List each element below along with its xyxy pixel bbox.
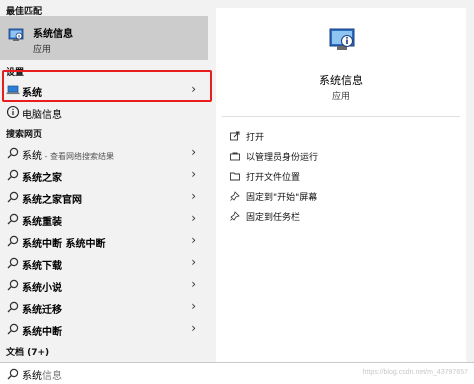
chevron-right-icon[interactable]: › xyxy=(191,145,196,159)
best-match-item[interactable]: 系统信息 应用 xyxy=(0,16,208,60)
chevron-right-icon[interactable]: › xyxy=(191,299,196,313)
results-pane: 最佳匹配 系统信息 应用 设置 系统 › 电脑信息 搜索网页 系统 - 查看网络… xyxy=(0,0,212,362)
search-icon xyxy=(7,368,19,380)
web-result-label: 系统中断 xyxy=(22,327,62,338)
best-match-title: 系统信息 xyxy=(33,29,73,40)
web-result-item[interactable]: 系统 - 查看网络搜索结果 › xyxy=(0,142,208,164)
chevron-right-icon[interactable]: › xyxy=(191,167,196,181)
pin-icon xyxy=(230,191,240,201)
web-search-heading: 搜索网页 xyxy=(6,130,43,140)
chevron-right-icon[interactable]: › xyxy=(191,211,196,225)
chevron-right-icon[interactable]: › xyxy=(191,189,196,203)
search-icon xyxy=(7,257,19,269)
settings-item-pc-info[interactable]: 电脑信息 xyxy=(0,101,208,123)
search-icon xyxy=(7,191,19,203)
web-result-label: 系统之家官网 xyxy=(22,195,82,206)
search-icon xyxy=(7,323,19,335)
chevron-right-icon[interactable]: › xyxy=(191,277,196,291)
search-input[interactable]: 系统信息 xyxy=(22,367,62,382)
chevron-right-icon[interactable]: › xyxy=(191,321,196,335)
web-result-item[interactable]: 系统之家官网 › xyxy=(0,186,208,208)
search-icon xyxy=(7,279,19,291)
web-result-item[interactable]: 系统小说 › xyxy=(0,274,208,296)
web-result-label: 系统之家 xyxy=(22,173,62,184)
divider xyxy=(222,116,460,117)
web-result-item[interactable]: 系统中断 › xyxy=(0,318,208,340)
detail-pane: 系统信息 应用 打开 以管理员身份运行 打开文件位置 固定到"开始"屏幕 固定到… xyxy=(216,8,466,362)
watermark: https://blog.csdn.net/m_43797657 xyxy=(362,369,468,376)
web-result-label: 系统下载 xyxy=(22,261,62,272)
web-result-item[interactable]: 系统之家 › xyxy=(0,164,208,186)
info-circle-icon xyxy=(6,105,20,119)
search-icon xyxy=(7,169,19,181)
start-search-window: 最佳匹配 系统信息 应用 设置 系统 › 电脑信息 搜索网页 系统 - 查看网络… xyxy=(0,0,474,384)
action-label: 以管理员身份运行 xyxy=(246,153,319,163)
chevron-right-icon[interactable]: › xyxy=(191,233,196,247)
action-label: 打开文件位置 xyxy=(246,173,301,183)
highlight-box xyxy=(2,70,212,102)
documents-heading[interactable]: 文档 (7+) xyxy=(6,345,49,358)
search-box[interactable]: 系统信息 https://blog.csdn.net/m_43797657 xyxy=(0,362,474,384)
detail-title: 系统信息 xyxy=(319,74,363,87)
web-result-label: 系统重装 xyxy=(22,217,62,228)
chevron-right-icon[interactable]: › xyxy=(191,255,196,269)
best-match-subtitle: 应用 xyxy=(33,45,52,55)
web-result-label: 系统小说 xyxy=(22,283,62,294)
web-result-label: 系统迁移 xyxy=(22,305,62,316)
settings-item-label: 电脑信息 xyxy=(22,110,62,121)
search-icon xyxy=(7,213,19,225)
action-label: 固定到"开始"屏幕 xyxy=(246,193,318,203)
action-label: 固定到任务栏 xyxy=(246,213,301,223)
search-icon xyxy=(7,301,19,313)
folder-icon xyxy=(230,172,240,181)
pin-icon xyxy=(230,211,240,221)
web-result-label: 系统中断 系统中断 xyxy=(22,239,106,250)
search-icon xyxy=(7,147,19,159)
system-info-icon xyxy=(329,28,355,50)
web-result-label: 系统 xyxy=(22,151,42,162)
admin-icon xyxy=(230,152,240,161)
web-result-item[interactable]: 系统中断 系统中断 › xyxy=(0,230,208,252)
web-result-item[interactable]: 系统下载 › xyxy=(0,252,208,274)
search-typed-text: 系统 xyxy=(22,371,42,382)
action-label: 打开 xyxy=(246,133,265,143)
web-result-item[interactable]: 系统重装 › xyxy=(0,208,208,230)
search-autocomplete: 信息 xyxy=(42,371,62,382)
search-icon xyxy=(7,235,19,247)
detail-subtitle: 应用 xyxy=(331,92,350,102)
web-result-hint: - 查看网络搜索结果 xyxy=(42,152,114,161)
web-result-item[interactable]: 系统迁移 › xyxy=(0,296,208,318)
system-info-icon xyxy=(8,28,24,41)
open-icon xyxy=(230,131,240,141)
